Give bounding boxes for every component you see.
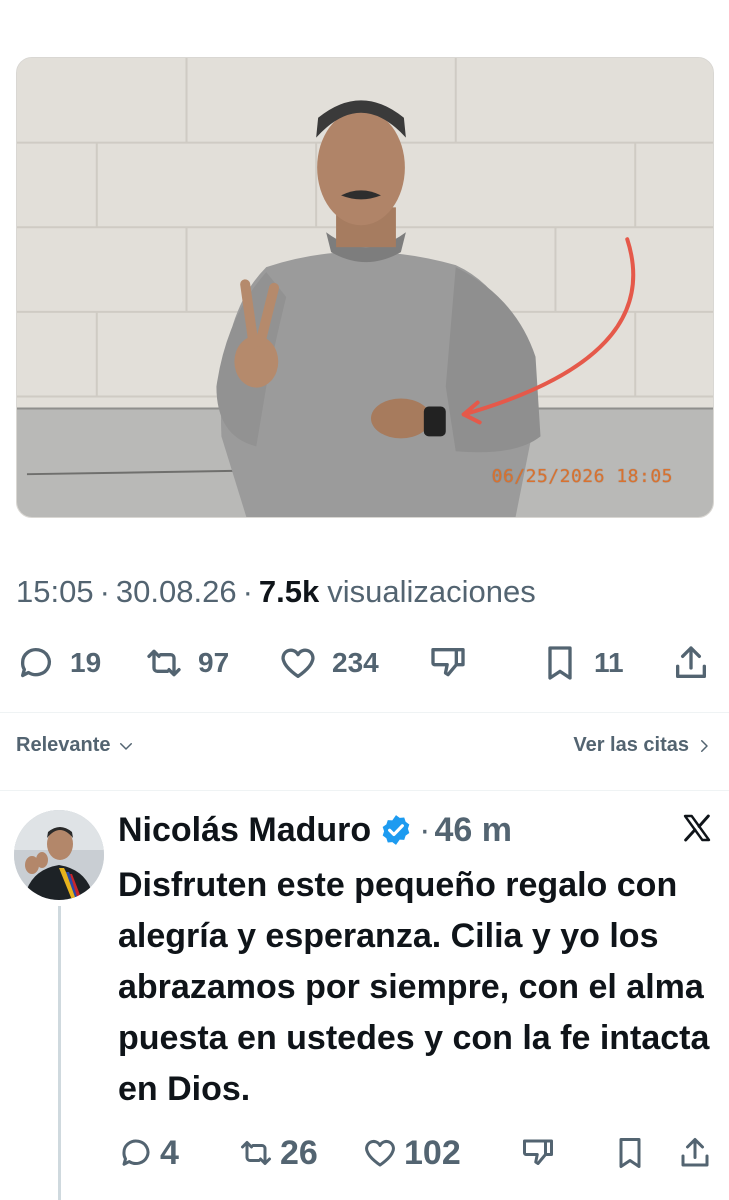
- bookmark-count: 11: [594, 647, 624, 678]
- bookmark-icon: [619, 1138, 641, 1168]
- photo-timestamp: 06/25/2026 18:05: [491, 466, 673, 487]
- relevance-dropdown[interactable]: Relevante: [16, 734, 135, 757]
- author-name[interactable]: Nicolás Maduro: [118, 811, 371, 850]
- reply-count: 19: [70, 647, 102, 678]
- x-logo-icon[interactable]: [681, 812, 713, 844]
- dislike-button[interactable]: [520, 1128, 556, 1178]
- share-icon: [681, 1138, 709, 1167]
- quotes-label: Ver las citas: [573, 734, 689, 756]
- meta-separator: ·: [242, 574, 253, 609]
- tweet-time[interactable]: 15:05: [16, 574, 94, 610]
- reply-icon: [20, 648, 51, 678]
- tweet-photo[interactable]: 06/25/2026 18:05: [16, 57, 714, 518]
- share-button[interactable]: [671, 638, 711, 688]
- avatar[interactable]: [14, 810, 104, 900]
- views-label: visualizaciones: [327, 574, 536, 609]
- share-button[interactable]: [677, 1128, 713, 1178]
- reply-button[interactable]: 4: [118, 1128, 179, 1178]
- reply-icon: [122, 1139, 150, 1166]
- divider: [0, 712, 729, 713]
- retweet-count: 26: [280, 1133, 318, 1172]
- reply-time[interactable]: 46 m: [435, 811, 513, 850]
- chevron-down-icon: [119, 742, 132, 750]
- meta-separator: ·: [419, 810, 431, 849]
- dislike-button[interactable]: [428, 638, 468, 688]
- photo-image: [17, 58, 713, 517]
- share-icon: [676, 646, 706, 678]
- retweet-count: 97: [198, 647, 230, 678]
- relevance-label: Relevante: [16, 734, 111, 756]
- reply-text: Disfruten este pequeño regalo con alegrí…: [118, 866, 710, 1108]
- retweet-button[interactable]: 97: [144, 638, 229, 688]
- bookmark-icon: [548, 646, 572, 680]
- bookmark-button[interactable]: [612, 1128, 648, 1178]
- tweet-meta: 15:05 · 30.08.26 · 7.5k visualizaciones: [16, 570, 536, 614]
- reply-action-bar: 4 26 102: [118, 1128, 713, 1174]
- heart-icon: [281, 648, 315, 678]
- meta-separator: ·: [99, 574, 110, 609]
- avatar-image: [14, 810, 104, 900]
- like-button[interactable]: 234: [278, 638, 379, 688]
- views-count: 7.5k: [258, 574, 320, 609]
- tweet-action-bar: 19 97 234 11: [16, 638, 713, 688]
- thumbs-down-icon: [431, 648, 465, 677]
- heart-icon: [365, 1139, 395, 1167]
- thread-line: [58, 906, 61, 1200]
- chevron-right-icon: [701, 739, 708, 752]
- replies-sort-row: Relevante Ver las citas: [16, 734, 713, 766]
- verified-badge-icon: [382, 815, 410, 845]
- tweet-date[interactable]: 30.08.26: [116, 574, 237, 610]
- reply-button[interactable]: 19: [16, 638, 101, 688]
- thumbs-down-icon: [523, 1139, 553, 1165]
- retweet-button[interactable]: 26: [238, 1128, 318, 1178]
- reply-count: 4: [160, 1133, 179, 1172]
- bookmark-button[interactable]: 11: [540, 638, 624, 688]
- divider: [0, 790, 729, 791]
- reply-header: Nicolás Maduro · 46 m: [118, 808, 512, 852]
- like-count: 234: [332, 647, 379, 678]
- like-button[interactable]: 102: [362, 1128, 461, 1178]
- retweet-icon: [241, 1141, 271, 1165]
- like-count: 102: [404, 1133, 461, 1172]
- retweet-icon: [147, 649, 181, 677]
- view-quotes-link[interactable]: Ver las citas: [573, 734, 713, 757]
